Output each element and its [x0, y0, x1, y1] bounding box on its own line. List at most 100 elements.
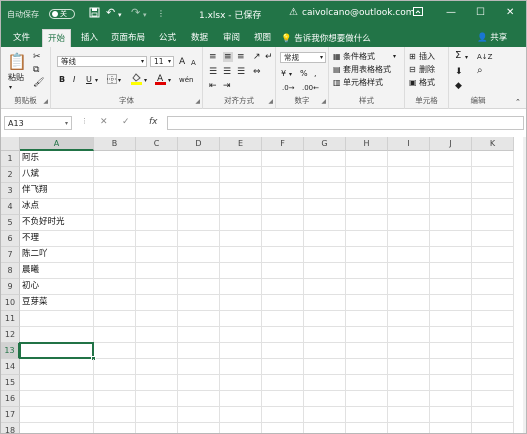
- cell-c15[interactable]: [136, 375, 178, 391]
- cell-g16[interactable]: [304, 391, 346, 407]
- row-header[interactable]: 1: [1, 151, 20, 167]
- cell-b13[interactable]: [94, 343, 136, 359]
- cell-a12[interactable]: [20, 327, 94, 343]
- cell-f8[interactable]: [262, 263, 304, 279]
- cell-i3[interactable]: [388, 183, 430, 199]
- increase-decimal-icon[interactable]: .0→: [282, 83, 295, 93]
- column-header-f[interactable]: F: [262, 137, 304, 151]
- find-select-button[interactable]: ⌕: [477, 66, 483, 76]
- cell-d16[interactable]: [178, 391, 220, 407]
- cell-e13[interactable]: [220, 343, 262, 359]
- percent-button[interactable]: %: [300, 69, 308, 79]
- cell-d6[interactable]: [178, 231, 220, 247]
- cell-k11[interactable]: [472, 311, 514, 327]
- chevron-down-icon[interactable]: ▾: [393, 52, 396, 62]
- cell-h4[interactable]: [346, 199, 388, 215]
- cell-d4[interactable]: [178, 199, 220, 215]
- cell-e4[interactable]: [220, 199, 262, 215]
- insert-cells-button[interactable]: 插入: [419, 52, 435, 62]
- cell-d17[interactable]: [178, 407, 220, 423]
- cell-d13[interactable]: [178, 343, 220, 359]
- font-size-combo[interactable]: 11 ▾: [150, 56, 174, 67]
- italic-button[interactable]: I: [73, 75, 75, 85]
- cell-i8[interactable]: [388, 263, 430, 279]
- tab-file[interactable]: 文件: [13, 31, 30, 43]
- cell-e11[interactable]: [220, 311, 262, 327]
- align-right-icon[interactable]: ☰: [237, 67, 245, 77]
- tab-data[interactable]: 数据: [191, 31, 208, 43]
- cell-b3[interactable]: [94, 183, 136, 199]
- cell-a6[interactable]: 不理: [20, 231, 94, 247]
- share-button[interactable]: 👤 共享: [477, 31, 507, 43]
- currency-button[interactable]: ¥: [281, 69, 286, 79]
- cell-c12[interactable]: [136, 327, 178, 343]
- row-header[interactable]: 9: [1, 279, 20, 295]
- cell-j7[interactable]: [430, 247, 472, 263]
- align-middle-icon[interactable]: ≡: [223, 52, 233, 62]
- cell-k16[interactable]: [472, 391, 514, 407]
- cell-i17[interactable]: [388, 407, 430, 423]
- cell-e18[interactable]: [220, 423, 262, 433]
- cell-f10[interactable]: [262, 295, 304, 311]
- cell-e15[interactable]: [220, 375, 262, 391]
- cell-k9[interactable]: [472, 279, 514, 295]
- cell-c4[interactable]: [136, 199, 178, 215]
- tab-formulas[interactable]: 公式: [159, 31, 176, 43]
- dialog-launcher-icon[interactable]: ◢: [321, 98, 326, 105]
- cell-b16[interactable]: [94, 391, 136, 407]
- cell-c14[interactable]: [136, 359, 178, 375]
- format-painter-icon[interactable]: 🖌: [33, 78, 44, 88]
- cell-g14[interactable]: [304, 359, 346, 375]
- font-color-icon[interactable]: A: [155, 73, 166, 88]
- cell-e16[interactable]: [220, 391, 262, 407]
- font-color-dropdown-icon[interactable]: ▾: [168, 76, 171, 86]
- cell-a18[interactable]: [20, 423, 94, 433]
- cell-i12[interactable]: [388, 327, 430, 343]
- cell-e2[interactable]: [220, 167, 262, 183]
- cell-c5[interactable]: [136, 215, 178, 231]
- cell-d3[interactable]: [178, 183, 220, 199]
- cell-i4[interactable]: [388, 199, 430, 215]
- cell-a15[interactable]: [20, 375, 94, 391]
- cell-d1[interactable]: [178, 151, 220, 167]
- cell-c16[interactable]: [136, 391, 178, 407]
- undo-icon[interactable]: ↶: [106, 7, 115, 19]
- tab-review[interactable]: 审阅: [223, 31, 240, 43]
- cell-a3[interactable]: 伴飞翔: [20, 183, 94, 199]
- cell-d15[interactable]: [178, 375, 220, 391]
- row-header[interactable]: 8: [1, 263, 20, 279]
- comma-button[interactable]: ,: [314, 69, 317, 79]
- cell-g13[interactable]: [304, 343, 346, 359]
- cell-b14[interactable]: [94, 359, 136, 375]
- cell-h11[interactable]: [346, 311, 388, 327]
- column-header-a[interactable]: A: [20, 137, 94, 151]
- cell-a9[interactable]: 初心: [20, 279, 94, 295]
- cell-h5[interactable]: [346, 215, 388, 231]
- cell-k8[interactable]: [472, 263, 514, 279]
- cell-g4[interactable]: [304, 199, 346, 215]
- cell-h7[interactable]: [346, 247, 388, 263]
- warning-icon[interactable]: ⚠: [289, 7, 298, 19]
- cell-d9[interactable]: [178, 279, 220, 295]
- row-header[interactable]: 2: [1, 167, 20, 183]
- dialog-launcher-icon[interactable]: ◢: [268, 98, 273, 105]
- column-header-j[interactable]: J: [430, 137, 472, 151]
- number-format-combo[interactable]: 常规 ▾: [280, 52, 326, 63]
- cell-j14[interactable]: [430, 359, 472, 375]
- cell-g2[interactable]: [304, 167, 346, 183]
- cell-j2[interactable]: [430, 167, 472, 183]
- cell-h1[interactable]: [346, 151, 388, 167]
- cell-i5[interactable]: [388, 215, 430, 231]
- cell-j15[interactable]: [430, 375, 472, 391]
- cell-a8[interactable]: 晨曦: [20, 263, 94, 279]
- cell-g3[interactable]: [304, 183, 346, 199]
- cell-f12[interactable]: [262, 327, 304, 343]
- cell-j5[interactable]: [430, 215, 472, 231]
- column-header-b[interactable]: B: [94, 137, 136, 151]
- cell-e14[interactable]: [220, 359, 262, 375]
- cell-b4[interactable]: [94, 199, 136, 215]
- cell-g5[interactable]: [304, 215, 346, 231]
- cell-c13[interactable]: [136, 343, 178, 359]
- row-header[interactable]: 14: [1, 359, 20, 375]
- cell-d12[interactable]: [178, 327, 220, 343]
